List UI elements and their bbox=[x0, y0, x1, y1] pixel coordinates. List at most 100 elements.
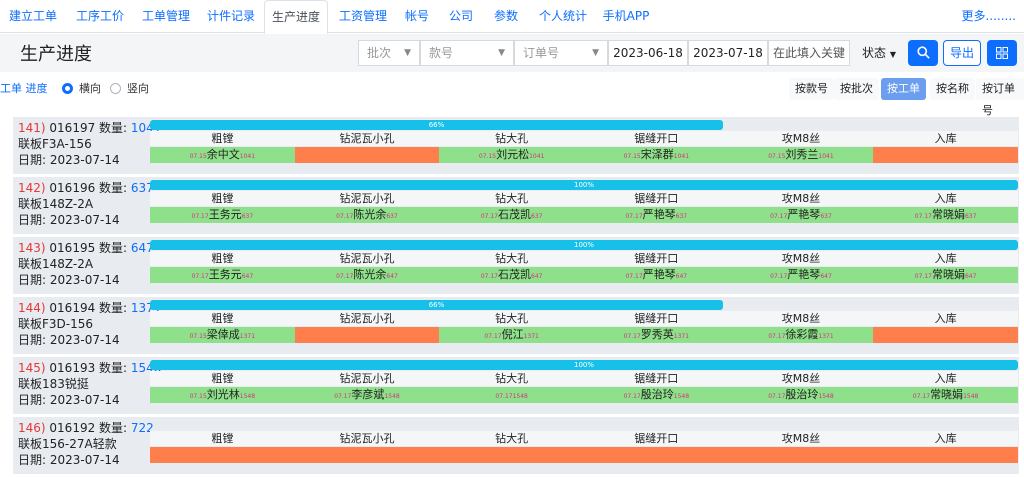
order-row[interactable]: 145) 016193 数量: 1548 联板183锐挺 日期: 2023-07-1… bbox=[13, 357, 1019, 414]
progress-bar: 100% bbox=[150, 240, 1018, 250]
date-to-input[interactable]: 2023-07-18 bbox=[688, 40, 768, 66]
cell-worker: 严艳琴 bbox=[787, 208, 821, 221]
sort-by-style-button[interactable]: 按款号 bbox=[789, 78, 834, 100]
cell-qty: 1548 bbox=[384, 393, 400, 400]
order-row[interactable]: 141) 016197 数量: 1041 联板F3A-156 日期: 2023-07… bbox=[13, 117, 1019, 174]
sort-by-order-no-button[interactable]: 按订单号 bbox=[976, 78, 1024, 117]
tab-parameters[interactable]: 参数 bbox=[488, 0, 524, 33]
step-cell-done[interactable]: 07.17殷治玲1548 bbox=[583, 387, 729, 403]
step-cell-done[interactable]: 07.17严艳琴647 bbox=[583, 267, 729, 283]
step-name: 攻M8丝 bbox=[728, 131, 874, 146]
step-name: 入库 bbox=[873, 431, 1018, 446]
step-cell-done[interactable]: 07.17王务元637 bbox=[150, 207, 295, 223]
step-cell-done[interactable]: 07.17陈光余647 bbox=[294, 267, 440, 283]
step-cell-done[interactable]: 07.17严艳琴647 bbox=[728, 267, 874, 283]
cell-qty: 647 bbox=[675, 273, 688, 280]
order-select[interactable]: 订单号 ▼ bbox=[514, 40, 608, 66]
cell-date: 07.17 bbox=[480, 273, 498, 280]
product-name: 联板183锐挺 bbox=[18, 377, 89, 391]
cell-date: 07.17 bbox=[770, 213, 788, 220]
step-name: 钻泥瓦小孔 bbox=[294, 371, 440, 386]
view-label: 工单 进度 bbox=[0, 82, 48, 95]
step-cell-done[interactable]: 07.17常晓娟637 bbox=[873, 207, 1018, 223]
step-cell-done[interactable]: 07.17常晓娟1548 bbox=[873, 387, 1018, 403]
tab-order-management[interactable]: 工单管理 bbox=[136, 0, 196, 33]
keyword-input[interactable]: 在此填入关键 bbox=[768, 40, 850, 66]
step-cell-pending[interactable] bbox=[728, 447, 874, 463]
export-button[interactable]: 导出 bbox=[943, 40, 981, 66]
order-date: 日期: 2023-07-14 bbox=[18, 333, 120, 347]
step-name: 钻大孔 bbox=[439, 431, 584, 446]
order-row[interactable]: 146) 016192 数量: 722 联板156-27A轻款 日期: 2023-0… bbox=[13, 417, 1019, 474]
cell-worker: 石茂凯 bbox=[498, 208, 531, 221]
tab-process-price[interactable]: 工序工价 bbox=[70, 0, 130, 33]
sort-by-batch-button[interactable]: 按批次 bbox=[834, 78, 879, 100]
sort-by-order-button[interactable]: 按工单 bbox=[881, 78, 926, 100]
tab-create-order[interactable]: 建立工单 bbox=[3, 0, 63, 33]
step-cell-pending[interactable] bbox=[873, 447, 1018, 463]
tab-account[interactable]: 帐号 bbox=[399, 0, 435, 33]
order-index: 144) bbox=[18, 301, 46, 315]
step-cell-done[interactable]: 07.171548 bbox=[439, 387, 584, 403]
date-from-input[interactable]: 2023-06-18 bbox=[608, 40, 688, 66]
step-cell-done[interactable]: 07.17王务元647 bbox=[150, 267, 295, 283]
step-cells bbox=[150, 447, 1018, 463]
cell-qty: 1371 bbox=[239, 333, 256, 340]
step-cell-done[interactable]: 07.17倪江1371 bbox=[439, 327, 584, 343]
cell-worker: 宋泽群 bbox=[640, 148, 674, 161]
step-cell-done[interactable]: 07.17陈光余637 bbox=[294, 207, 440, 223]
batch-select[interactable]: 批次 ▼ bbox=[358, 40, 420, 66]
tab-production-progress[interactable]: 生产进度 bbox=[264, 0, 328, 34]
cell-date: 07.15 bbox=[768, 153, 786, 160]
step-cell-done[interactable]: 07.15刘光林1548 bbox=[150, 387, 295, 403]
step-cell-pending[interactable] bbox=[150, 447, 295, 463]
cell-worker: 王务元 bbox=[208, 208, 242, 221]
step-cell-done[interactable]: 07.17严艳琴637 bbox=[583, 207, 729, 223]
cell-worker: 陈光余 bbox=[353, 268, 387, 281]
step-name: 攻M8丝 bbox=[728, 371, 874, 386]
more-menu[interactable]: 更多........ bbox=[961, 0, 1016, 33]
step-cell-pending[interactable] bbox=[294, 147, 440, 163]
step-cell-pending[interactable] bbox=[873, 327, 1018, 343]
radio-horizontal[interactable]: 横向 bbox=[62, 80, 101, 96]
step-cell-pending[interactable] bbox=[439, 447, 584, 463]
sort-by-name-button[interactable]: 按名称 bbox=[930, 78, 975, 100]
cell-qty: 1041 bbox=[673, 153, 690, 160]
radio-vertical[interactable]: 竖向 bbox=[110, 80, 149, 96]
tab-wage-management[interactable]: 工资管理 bbox=[333, 0, 393, 33]
step-cell-pending[interactable] bbox=[583, 447, 729, 463]
tab-personal-stats[interactable]: 个人统计 bbox=[533, 0, 593, 33]
step-cell-done[interactable]: 07.17殷治玲1548 bbox=[728, 387, 874, 403]
step-cell-done[interactable]: 07.17常晓娟647 bbox=[873, 267, 1018, 283]
tab-company[interactable]: 公司 bbox=[443, 0, 479, 33]
order-row[interactable]: 143) 016195 数量: 647 联板148Z-2A 日期: 2023-07-… bbox=[13, 237, 1019, 294]
step-cell-pending[interactable] bbox=[294, 447, 440, 463]
cell-date: 07.17 bbox=[191, 213, 209, 220]
layout-button[interactable] bbox=[987, 40, 1017, 66]
step-cell-pending[interactable] bbox=[873, 147, 1018, 163]
tab-piecework-records[interactable]: 计件记录 bbox=[201, 0, 261, 33]
cell-date: 07.17 bbox=[334, 393, 352, 400]
step-cell-done[interactable]: 07.15宋泽群1041 bbox=[583, 147, 729, 163]
step-cell-done[interactable]: 07.17徐彩霞1371 bbox=[728, 327, 874, 343]
tab-mobile-app[interactable]: 手机APP bbox=[601, 0, 651, 33]
step-cell-done[interactable]: 07.15梁倖成1371 bbox=[150, 327, 295, 343]
step-cell-done[interactable]: 07.17严艳琴637 bbox=[728, 207, 874, 223]
step-cell-done[interactable]: 07.15刘秀兰1041 bbox=[728, 147, 874, 163]
cell-date: 07.17 bbox=[191, 273, 209, 280]
step-cell-done[interactable]: 07.15刘元松1041 bbox=[439, 147, 584, 163]
step-cell-done[interactable]: 07.17石茂凯637 bbox=[439, 207, 584, 223]
status-dropdown[interactable]: 状态 ▼ bbox=[862, 40, 896, 66]
step-cell-done[interactable]: 07.17李彦斌1548 bbox=[294, 387, 440, 403]
step-cell-done[interactable]: 07.15余中文1041 bbox=[150, 147, 295, 163]
order-row[interactable]: 144) 016194 数量: 1371 联板F3D-156 日期: 2023-07… bbox=[13, 297, 1019, 354]
style-select[interactable]: 款号 ▼ bbox=[420, 40, 514, 66]
step-cell-pending[interactable] bbox=[294, 327, 440, 343]
step-cell-done[interactable]: 07.17石茂凯647 bbox=[439, 267, 584, 283]
order-row[interactable]: 142) 016196 数量: 637 联板148Z-2A 日期: 2023-07-… bbox=[13, 177, 1019, 234]
step-cell-done[interactable]: 07.17罗秀英1371 bbox=[583, 327, 729, 343]
search-button[interactable] bbox=[908, 40, 938, 66]
cell-worker: 石茂凯 bbox=[498, 268, 531, 281]
order-header: 144) 016194 数量: 1371 bbox=[18, 300, 161, 316]
cell-qty: 1548 bbox=[963, 393, 979, 400]
